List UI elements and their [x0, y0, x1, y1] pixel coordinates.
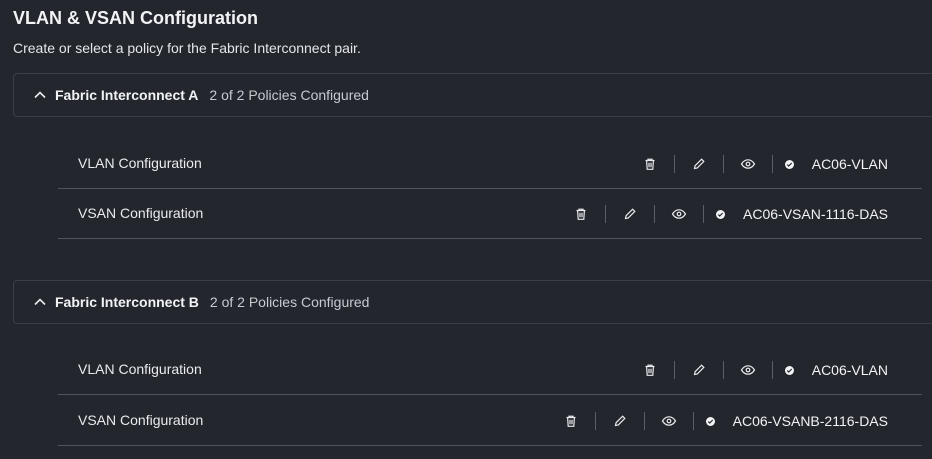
row-label: VLAN Configuration — [78, 155, 202, 171]
divider — [722, 155, 724, 173]
page-subtitle: Create or select a policy for the Fabric… — [13, 40, 361, 56]
trash-icon[interactable] — [559, 409, 583, 433]
check-circle-icon — [716, 209, 726, 219]
policy-name: AC06-VLAN — [811, 362, 888, 378]
pencil-icon[interactable] — [608, 409, 632, 433]
section-title: Fabric Interconnect B — [55, 294, 199, 310]
divider — [654, 205, 656, 223]
policy-row-vlan-a: VLAN Configuration AC06-VLAN — [58, 139, 922, 189]
eye-icon[interactable] — [736, 152, 760, 176]
page-title: VLAN & VSAN Configuration — [13, 8, 258, 28]
row-label: VSAN Configuration — [78, 412, 204, 428]
section-status: 2 of 2 Policies Configured — [209, 294, 370, 310]
divider — [692, 412, 694, 430]
check-circle-icon — [784, 365, 794, 375]
policy-name: AC06-VSAN-1116-DAS — [743, 206, 888, 222]
policy-row-vsan-a: VSAN Configuration AC06-VSAN-1116-DAS — [58, 189, 922, 239]
chevron-up-icon[interactable] — [33, 295, 47, 309]
policy-name: AC06-VSANB-2116-DAS — [732, 413, 888, 429]
trash-icon[interactable] — [569, 202, 593, 226]
trash-icon[interactable] — [638, 358, 662, 382]
pencil-icon[interactable] — [618, 202, 642, 226]
row-label: VSAN Configuration — [78, 205, 204, 221]
section-title: Fabric Interconnect A — [55, 87, 199, 103]
pencil-icon[interactable] — [687, 358, 711, 382]
policy-name: AC06-VLAN — [811, 156, 888, 172]
trash-icon[interactable] — [638, 152, 662, 176]
row-label: VLAN Configuration — [78, 361, 202, 377]
policy-row-vsan-b: VSAN Configuration AC06-VSANB-2116-DAS — [58, 396, 922, 446]
divider — [771, 155, 773, 173]
divider — [605, 205, 607, 223]
section-status: 2 of 2 Policies Configured — [209, 87, 369, 103]
divider — [673, 361, 675, 379]
divider — [771, 361, 773, 379]
chevron-up-icon[interactable] — [33, 88, 47, 102]
eye-icon[interactable] — [736, 358, 760, 382]
divider — [703, 205, 705, 223]
divider — [643, 412, 645, 430]
divider — [594, 412, 596, 430]
divider — [722, 361, 724, 379]
check-circle-icon — [705, 416, 715, 426]
divider — [673, 155, 675, 173]
eye-icon[interactable] — [667, 202, 691, 226]
section-header-fabric-b[interactable]: Fabric Interconnect B 2 of 2 Policies Co… — [13, 280, 932, 324]
section-header-fabric-a[interactable]: Fabric Interconnect A 2 of 2 Policies Co… — [13, 73, 932, 117]
eye-icon[interactable] — [657, 409, 681, 433]
pencil-icon[interactable] — [687, 152, 711, 176]
check-circle-icon — [784, 159, 794, 169]
policy-row-vlan-b: VLAN Configuration AC06-VLAN — [58, 345, 922, 395]
